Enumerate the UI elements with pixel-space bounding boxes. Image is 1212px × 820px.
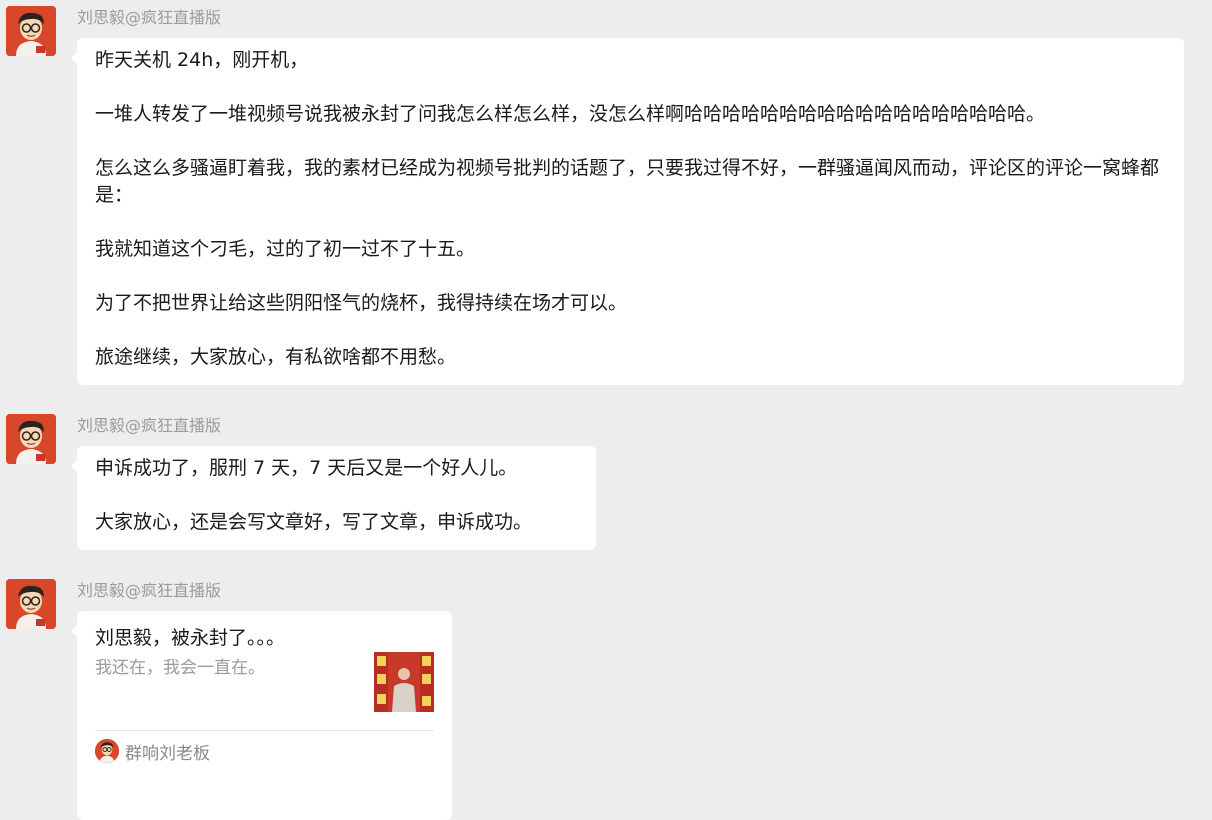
message-paragraph: 为了不把世界让给这些阴阳怪气的烧杯，我得持续在场才可以。 bbox=[95, 292, 628, 314]
message-paragraph: 大家放心，还是会写文章好，写了文章，申诉成功。 bbox=[95, 511, 533, 533]
message-bubble[interactable]: 申诉成功了，服刑 7 天，7 天后又是一个好人儿。 大家放心，还是会写文章好，写… bbox=[71, 446, 596, 550]
message-paragraph: 昨天关机 24h，刚开机， bbox=[95, 49, 309, 71]
sender-name: 刘思毅@疯狂直播版 bbox=[77, 581, 222, 600]
card-source: 群响刘老板 bbox=[95, 733, 434, 769]
message-paragraph: 一堆人转发了一堆视频号说我被永封了问我怎么样怎么样，没怎么样啊哈哈哈哈哈哈哈哈哈… bbox=[95, 103, 1046, 125]
message-paragraph: 申诉成功了，服刑 7 天，7 天后又是一个好人儿。 bbox=[95, 457, 518, 479]
source-avatar-icon bbox=[95, 739, 119, 763]
avatar[interactable] bbox=[6, 414, 56, 464]
sender-name: 刘思毅@疯狂直播版 bbox=[77, 416, 222, 435]
sender-name: 刘思毅@疯狂直播版 bbox=[77, 8, 222, 27]
card-divider bbox=[95, 730, 434, 731]
card-description: 我还在，我会一直在。 bbox=[95, 658, 265, 678]
avatar[interactable] bbox=[6, 6, 56, 56]
card-body: 我还在，我会一直在。 bbox=[95, 652, 434, 722]
avatar[interactable] bbox=[6, 579, 56, 629]
message-bubble[interactable]: 昨天关机 24h，刚开机， 一堆人转发了一堆视频号说我被永封了问我怎么样怎么样，… bbox=[71, 38, 1184, 385]
card-title: 刘思毅，被永封了。。。 bbox=[95, 627, 286, 649]
card-thumbnail bbox=[374, 652, 434, 712]
message-paragraph: 我就知道这个刁毛，过的了初一过不了十五。 bbox=[95, 238, 476, 260]
message-paragraph: 旅途继续，大家放心，有私欲啥都不用愁。 bbox=[95, 346, 457, 368]
card-source-name: 群响刘老板 bbox=[125, 743, 210, 764]
link-card[interactable]: 刘思毅，被永封了。。。 我还在，我会一直在。 群响刘老板 bbox=[71, 611, 452, 820]
message-paragraph: 怎么这么多骚逼盯着我，我的素材已经成为视频号批判的话题了，只要我过得不好，一群骚… bbox=[95, 157, 1160, 206]
